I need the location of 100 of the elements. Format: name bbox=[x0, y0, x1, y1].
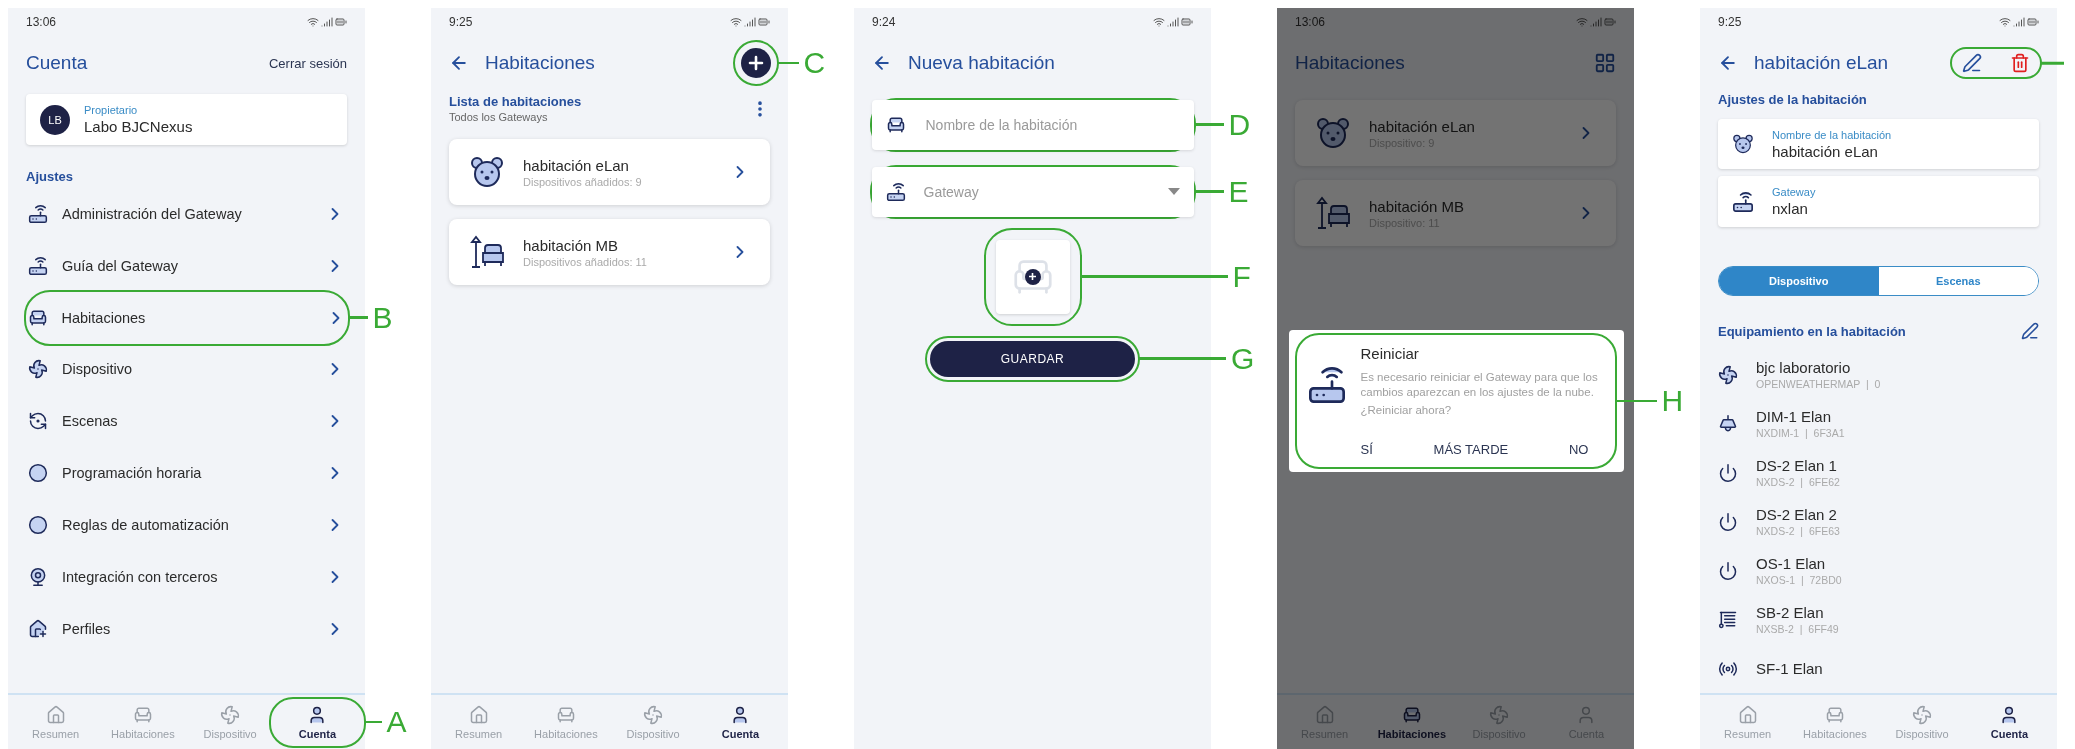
wifi-icon bbox=[1999, 16, 2011, 28]
callout-label: H bbox=[1661, 385, 1684, 416]
device-row[interactable]: DIM-1 Elan NXDIM-1 | 6F3A1 bbox=[1718, 399, 2039, 448]
segment-tab[interactable]: Dispositivo bbox=[1719, 266, 1879, 295]
device-model: NXOS-1 | 72BD0 bbox=[1756, 574, 1843, 586]
save-button[interactable]: GUARDAR bbox=[930, 340, 1135, 377]
nav-tab[interactable]: Habitaciones bbox=[1368, 700, 1456, 744]
dialog-button[interactable]: SÍ bbox=[1360, 438, 1373, 462]
wifi-icon bbox=[730, 16, 742, 28]
router-icon bbox=[1306, 364, 1347, 405]
text-input[interactable]: Nombre de la habitación bbox=[923, 115, 1180, 134]
menu-item[interactable]: Reglas de automatización bbox=[26, 499, 347, 551]
menu-item[interactable]: Administración del Gateway bbox=[26, 188, 347, 240]
delete-icon[interactable] bbox=[2009, 53, 2030, 73]
device-row[interactable]: SB-2 Elan NXSB-2 | 6FF49 bbox=[1718, 595, 2039, 644]
battery-icon bbox=[758, 16, 770, 28]
bear-face-icon bbox=[469, 154, 505, 190]
device-model: NXDIM-1 | 6F3A1 bbox=[1756, 427, 1846, 439]
menu-item[interactable]: Integración con terceros bbox=[26, 551, 347, 603]
room-card[interactable]: habitación eLan Dispositivos añadidos: 9 bbox=[449, 139, 770, 205]
dialog-button[interactable]: MÁS TARDE bbox=[1433, 438, 1509, 462]
add-image-icon bbox=[1024, 268, 1041, 285]
signal-icon bbox=[2013, 16, 2025, 28]
device-row[interactable]: bjc laboratorio OPENWEATHERMAP | 0 bbox=[1718, 350, 2039, 399]
add-room-button[interactable] bbox=[740, 48, 771, 78]
edit-icon[interactable] bbox=[2021, 322, 2039, 340]
menu-item[interactable]: Escenas bbox=[26, 395, 347, 447]
status-time: 9:24 bbox=[872, 15, 896, 29]
battery-icon bbox=[335, 16, 347, 28]
owner-name: Labo BJCNexus bbox=[84, 118, 194, 135]
fan-icon bbox=[220, 704, 241, 725]
dialog-question: ¿Reiniciar ahora? bbox=[1360, 402, 1453, 418]
avatar: LB bbox=[40, 104, 70, 135]
logout-link[interactable]: Cerrar sesión bbox=[268, 55, 347, 71]
callout-label: E bbox=[1228, 176, 1249, 207]
device-name: bjc laboratorio bbox=[1756, 359, 1852, 376]
menu-item[interactable]: Programación horaria bbox=[26, 447, 347, 499]
callout-label: G bbox=[1231, 343, 1255, 374]
room-name-field[interactable]: Nombre de la habitación bbox=[871, 99, 1194, 150]
room-setting-card[interactable]: Gateway nxlan bbox=[1718, 176, 2039, 227]
blinds-icon bbox=[1718, 609, 1738, 630]
callout-label: B bbox=[372, 302, 393, 333]
wifi-icon bbox=[1576, 16, 1588, 28]
status-time: 13:06 bbox=[26, 15, 57, 29]
image-picker[interactable] bbox=[995, 239, 1070, 314]
device-model: OPENWEATHERMAP | 0 bbox=[1756, 378, 1882, 390]
ceiling-lamp-icon bbox=[1718, 413, 1738, 434]
device-name: SB-2 Elan bbox=[1756, 604, 1825, 621]
device-row[interactable]: OS-1 Elan NXOS-1 | 72BD0 bbox=[1718, 546, 2039, 595]
device-name: OS-1 Elan bbox=[1756, 555, 1827, 572]
setting-value: nxlan bbox=[1772, 200, 1809, 218]
device-row[interactable]: DS-2 Elan 1 NXDS-2 | 6FE62 bbox=[1718, 448, 2039, 497]
device-model: NXSB-2 | 6FF49 bbox=[1756, 623, 1840, 635]
home-icon bbox=[1314, 704, 1335, 725]
screen-title: Habitaciones bbox=[1295, 52, 1406, 74]
device-name: SF-1 Elan bbox=[1756, 660, 1824, 677]
router-icon bbox=[1732, 190, 1754, 213]
owner-role: Propietario bbox=[84, 104, 139, 116]
section-title: Ajustes bbox=[26, 169, 74, 184]
dropdown-caret-icon bbox=[1167, 188, 1180, 195]
list-title: Equipamiento en la habitación bbox=[1718, 323, 1906, 339]
setting-label: Nombre de la habitación bbox=[1772, 128, 1893, 141]
nav-tab[interactable]: Cuenta bbox=[1965, 700, 2053, 744]
room-setting-card[interactable]: Nombre de la habitación habitación eLan bbox=[1718, 119, 2039, 170]
battery-icon bbox=[2027, 16, 2039, 28]
list-subtitle: Todos los Gateways bbox=[449, 111, 549, 123]
device-row[interactable]: DS-2 Elan 2 NXDS-2 | 6FE63 bbox=[1718, 497, 2039, 546]
edit-icon[interactable] bbox=[1961, 53, 1982, 73]
status-time: 9:25 bbox=[449, 15, 473, 29]
status-time: 9:25 bbox=[1718, 15, 1742, 29]
power-icon bbox=[1718, 462, 1738, 483]
device-row[interactable]: SF-1 Elan bbox=[1718, 644, 2039, 693]
segment-tab[interactable]: Escenas bbox=[1878, 266, 2038, 295]
home-icon bbox=[468, 704, 489, 725]
menu-item[interactable]: Dispositivo bbox=[26, 343, 347, 395]
fan-icon bbox=[1912, 704, 1933, 725]
signal-icon bbox=[321, 16, 333, 28]
menu-item[interactable]: Guía del Gateway bbox=[26, 240, 347, 292]
signal-icon bbox=[1590, 16, 1602, 28]
plus-icon bbox=[747, 55, 764, 71]
grid-view-icon[interactable] bbox=[1594, 52, 1616, 74]
fan-icon bbox=[643, 704, 664, 725]
menu-item[interactable]: Habitaciones bbox=[25, 291, 348, 344]
screen-title: Nueva habitación bbox=[908, 52, 1056, 74]
screen-title: habitación eLan bbox=[1754, 52, 1890, 74]
home-icon bbox=[45, 704, 66, 725]
setting-value: habitación eLan bbox=[1772, 142, 1879, 160]
dialog-message: Es necesario reiniciar el Gateway para que los cambios aparezcan en los ajustes de la nube. bbox=[1360, 369, 1599, 400]
wifi-icon bbox=[1153, 16, 1165, 28]
nav-tab[interactable]: Cuenta bbox=[292, 700, 342, 744]
dialog-button[interactable]: NO bbox=[1569, 438, 1589, 462]
menu-item[interactable]: Perfiles bbox=[26, 603, 347, 655]
device-name: DS-2 Elan 2 bbox=[1756, 506, 1838, 523]
room-name: habitación eLan bbox=[1369, 117, 1476, 135]
room-name: habitación eLan bbox=[523, 156, 630, 174]
router-icon bbox=[28, 204, 48, 224]
back-arrow-icon[interactable] bbox=[872, 53, 892, 73]
room-card[interactable]: habitación MB Dispositivos añadidos: 11 bbox=[449, 219, 770, 285]
battery-icon bbox=[1604, 16, 1616, 28]
nav-tab[interactable]: Cuenta bbox=[696, 700, 784, 744]
